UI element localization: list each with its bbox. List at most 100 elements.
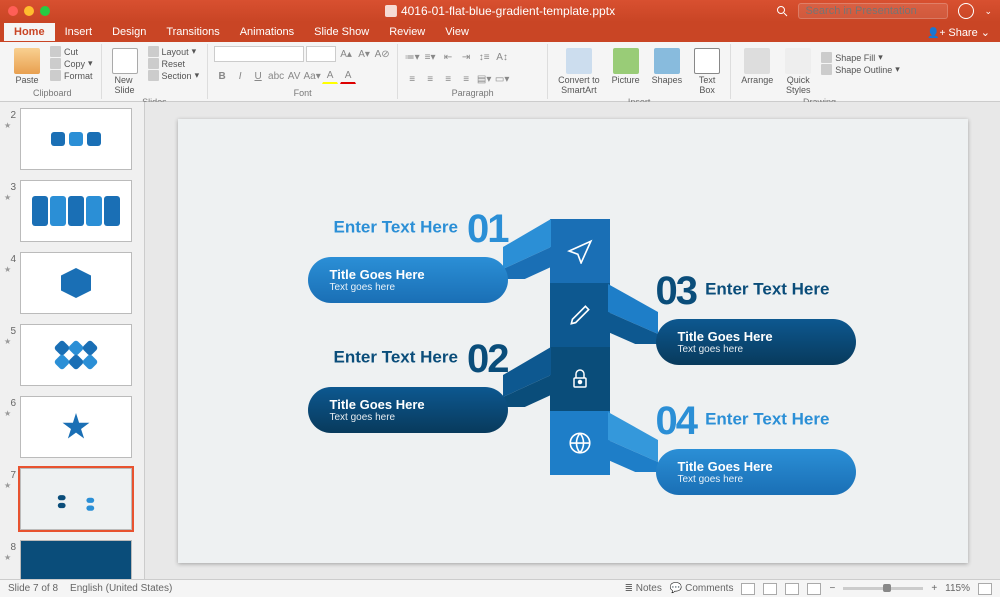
chevron-down-icon[interactable]: ⌄ xyxy=(984,6,992,17)
thumb-3[interactable]: 3★ xyxy=(2,178,142,244)
pill-04[interactable]: Title Goes Here Text goes here xyxy=(656,449,856,495)
pill-02[interactable]: Title Goes Here Text goes here xyxy=(308,387,508,433)
zoom-level[interactable]: 115% xyxy=(945,583,970,594)
picture-icon xyxy=(613,48,639,74)
zoom-in-button[interactable]: + xyxy=(931,583,937,594)
thumb-7[interactable]: 7★ xyxy=(2,466,142,532)
spacing-button[interactable]: Aa▾ xyxy=(304,68,320,84)
enter-text-label: Enter Text Here xyxy=(334,217,458,236)
info-item-02[interactable]: Enter Text Here 02 xyxy=(278,337,508,382)
numbering-button[interactable]: ≡▾ xyxy=(422,49,438,65)
zoom-out-button[interactable]: − xyxy=(829,583,835,594)
zoom-slider-thumb[interactable] xyxy=(883,584,891,592)
animation-star-icon: ★ xyxy=(4,553,16,562)
reading-view-button[interactable] xyxy=(785,583,799,595)
language-label[interactable]: English (United States) xyxy=(70,583,172,594)
indent-inc-button[interactable]: ⇥ xyxy=(458,49,474,65)
tab-animations[interactable]: Animations xyxy=(230,23,304,41)
new-slide-button[interactable]: New Slide xyxy=(108,46,142,97)
pill-01[interactable]: Title Goes Here Text goes here xyxy=(308,257,508,303)
italic-button[interactable]: I xyxy=(232,68,248,84)
picture-button[interactable]: Picture xyxy=(608,46,644,87)
center-block-2[interactable] xyxy=(550,283,610,347)
clear-format-icon[interactable]: A⊘ xyxy=(374,46,390,62)
section-button[interactable]: Section ▾ xyxy=(146,70,202,81)
slide-canvas-area[interactable]: Enter Text Here 01 Title Goes Here Text … xyxy=(145,102,1000,579)
fit-window-button[interactable] xyxy=(978,583,992,595)
align-left-button[interactable]: ≡ xyxy=(404,71,420,87)
tab-design[interactable]: Design xyxy=(102,23,156,41)
strike-button[interactable]: abc xyxy=(268,68,284,84)
line-spacing-button[interactable]: ↕≡ xyxy=(476,49,492,65)
shapes-button[interactable]: Shapes xyxy=(648,46,687,87)
minimize-window-icon[interactable] xyxy=(24,6,34,16)
shape-fill-button[interactable]: Shape Fill ▾ xyxy=(819,52,902,63)
justify-button[interactable]: ≡ xyxy=(458,71,474,87)
tab-home[interactable]: Home xyxy=(4,23,55,41)
zoom-slider[interactable] xyxy=(843,587,923,590)
increase-font-icon[interactable]: A▴ xyxy=(338,46,354,62)
slide-thumbnails-panel[interactable]: 2★ 3★ 4★ 5★ 6★ 7★ 8★ xyxy=(0,102,145,579)
sorter-view-button[interactable] xyxy=(763,583,777,595)
tab-slideshow[interactable]: Slide Show xyxy=(304,23,379,41)
bold-button[interactable]: B xyxy=(214,68,230,84)
center-block-4[interactable] xyxy=(550,411,610,475)
info-item-03[interactable]: 03 Enter Text Here xyxy=(656,269,830,314)
pill-title: Title Goes Here xyxy=(678,459,834,474)
thumb-2[interactable]: 2★ xyxy=(2,106,142,172)
thumb-5[interactable]: 5★ xyxy=(2,322,142,388)
info-item-04[interactable]: 04 Enter Text Here xyxy=(656,399,830,444)
center-block-3[interactable] xyxy=(550,347,610,411)
bullets-button[interactable]: ≔▾ xyxy=(404,49,420,65)
copy-button[interactable]: Copy ▾ xyxy=(48,58,95,69)
arrange-button[interactable]: Arrange xyxy=(737,46,777,87)
pill-subtitle: Text goes here xyxy=(678,344,834,355)
font-color-button[interactable]: A xyxy=(340,68,356,84)
tab-view[interactable]: View xyxy=(435,23,479,41)
normal-view-button[interactable] xyxy=(741,583,755,595)
thumb-6[interactable]: 6★ xyxy=(2,394,142,460)
tab-insert[interactable]: Insert xyxy=(55,23,103,41)
shadow-button[interactable]: AV xyxy=(286,68,302,84)
decrease-font-icon[interactable]: A▾ xyxy=(356,46,372,62)
textbox-button[interactable]: Text Box xyxy=(690,46,724,97)
quick-styles-button[interactable]: Quick Styles xyxy=(781,46,815,97)
font-family-select[interactable] xyxy=(214,46,304,62)
notes-button[interactable]: ≣ Notes xyxy=(625,583,662,594)
paste-icon xyxy=(14,48,40,74)
columns-button[interactable]: ▤▾ xyxy=(476,71,492,87)
info-item-01[interactable]: Enter Text Here 01 xyxy=(278,207,508,252)
slide[interactable]: Enter Text Here 01 Title Goes Here Text … xyxy=(178,119,968,563)
align-text-button[interactable]: ▭▾ xyxy=(494,71,510,87)
slideshow-view-button[interactable] xyxy=(807,583,821,595)
close-window-icon[interactable] xyxy=(8,6,18,16)
tab-review[interactable]: Review xyxy=(379,23,435,41)
indent-dec-button[interactable]: ⇤ xyxy=(440,49,456,65)
share-button[interactable]: 👤+ Share ⌄ xyxy=(917,26,1000,39)
shape-outline-button[interactable]: Shape Outline ▾ xyxy=(819,64,902,75)
layout-button[interactable]: Layout ▾ xyxy=(146,46,202,57)
tab-transitions[interactable]: Transitions xyxy=(156,23,229,41)
thumb-8[interactable]: 8★ xyxy=(2,538,142,579)
reset-button[interactable]: Reset xyxy=(146,58,202,69)
search-input[interactable] xyxy=(798,3,948,19)
highlight-button[interactable]: A xyxy=(322,68,338,84)
comments-button[interactable]: 💬 Comments xyxy=(670,583,734,594)
center-block-1[interactable] xyxy=(550,219,610,283)
cut-button[interactable]: Cut xyxy=(48,46,95,57)
feedback-icon[interactable] xyxy=(958,3,974,19)
text-direction-button[interactable]: A↕ xyxy=(494,49,510,65)
thumb-4[interactable]: 4★ xyxy=(2,250,142,316)
maximize-window-icon[interactable] xyxy=(40,6,50,16)
pill-03[interactable]: Title Goes Here Text goes here xyxy=(656,319,856,365)
window-controls xyxy=(8,6,50,16)
font-size-select[interactable] xyxy=(306,46,336,62)
convert-smartart-button[interactable]: Convert to SmartArt xyxy=(554,46,604,97)
thumb-number: 4 xyxy=(4,252,16,265)
format-painter-button[interactable]: Format xyxy=(48,70,95,81)
pen-icon xyxy=(821,64,832,75)
align-center-button[interactable]: ≡ xyxy=(422,71,438,87)
align-right-button[interactable]: ≡ xyxy=(440,71,456,87)
paste-button[interactable]: Paste xyxy=(10,46,44,87)
underline-button[interactable]: U xyxy=(250,68,266,84)
